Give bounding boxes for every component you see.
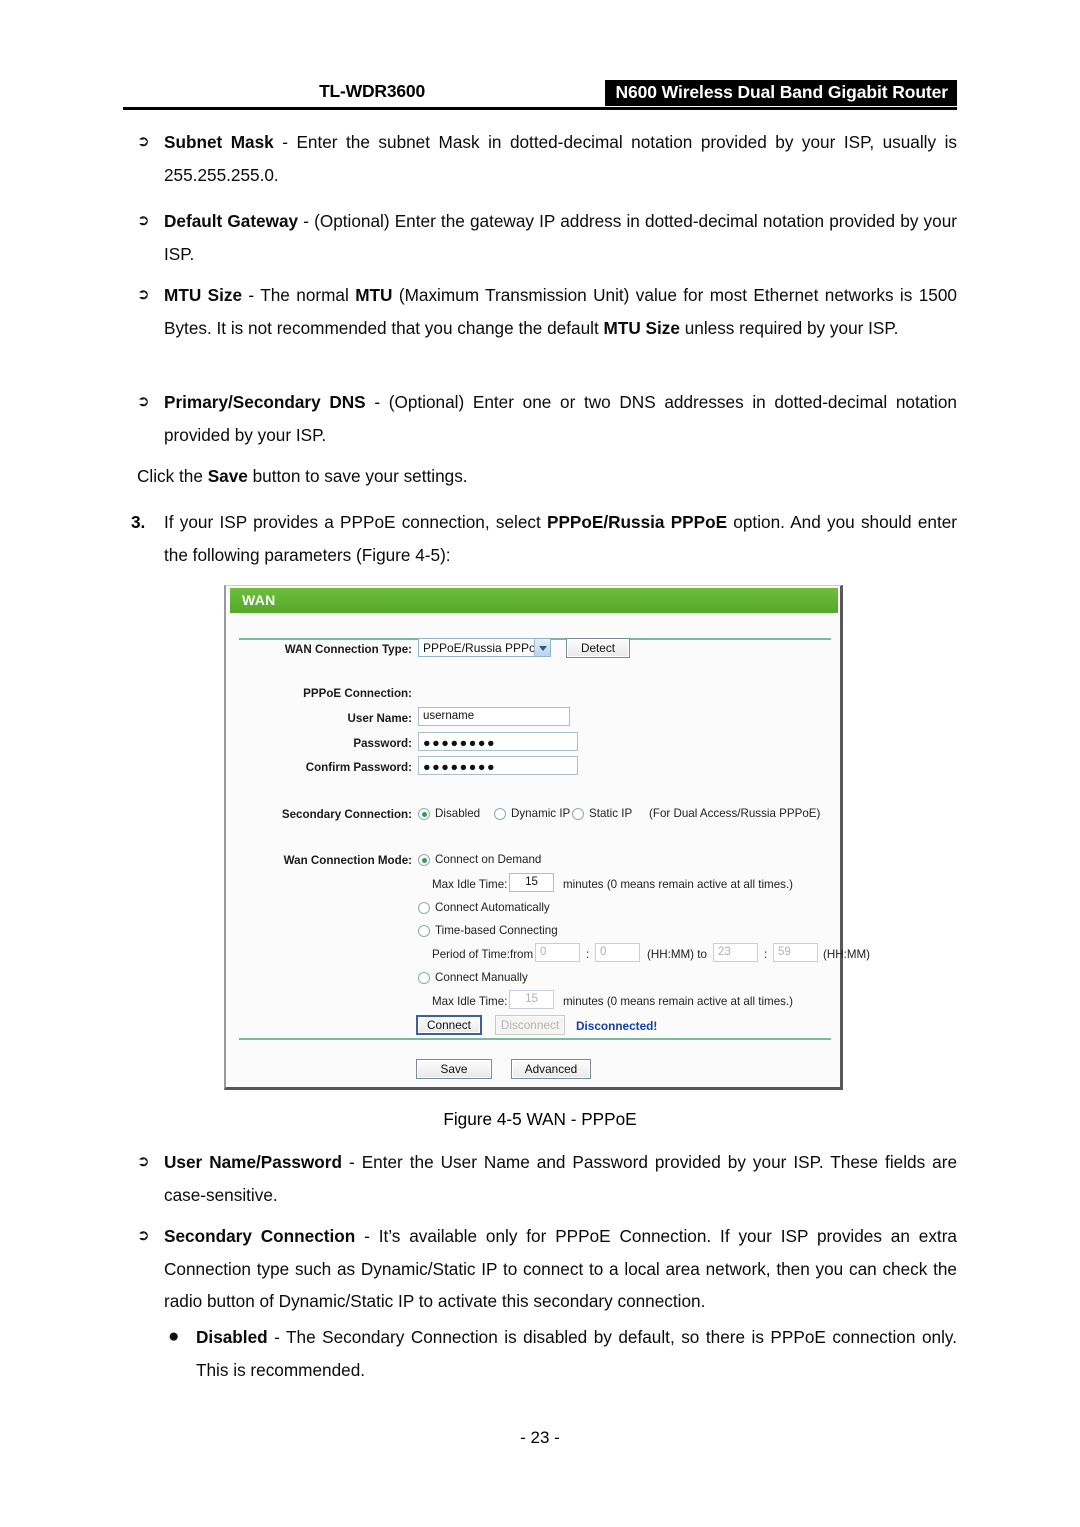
max-idle-time-label-1: Max Idle Time:	[432, 878, 508, 891]
wan-connection-type-label: WAN Connection Type:	[284, 643, 412, 656]
user-name-label: User Name:	[347, 712, 412, 725]
paragraph-secondary-connection: Secondary Connection - It’s available on…	[164, 1226, 957, 1311]
confirm-password-input[interactable]: ●●●●●●●●	[418, 756, 578, 775]
period-colon-1: :	[586, 948, 590, 961]
save-button[interactable]: Save	[416, 1059, 492, 1079]
paragraph-primary-secondary-dns: Primary/Secondary DNS - (Optional) Enter…	[164, 392, 957, 445]
period-colon-2: :	[764, 948, 768, 961]
password-input[interactable]: ●●●●●●●●	[418, 732, 578, 751]
header-rule	[123, 107, 957, 110]
header-product-name: N600 Wireless Dual Band Gigabit Router	[605, 80, 957, 106]
bullet-arrow-icon-1: ➲	[137, 133, 150, 150]
wan-connection-mode-label: Wan Connection Mode:	[283, 854, 412, 867]
paragraph-mtu-size: MTU Size - The normal MTU (Maximum Trans…	[164, 285, 957, 338]
page-header: TL-WDR3600 N600 Wireless Dual Band Gigab…	[123, 80, 957, 110]
paragraph-disabled-subitem: Disabled - The Secondary Connection is d…	[196, 1327, 957, 1380]
step-number: 3.	[131, 512, 146, 532]
connect-button[interactable]: Connect	[416, 1015, 482, 1035]
secondary-connection-label: Secondary Connection:	[281, 808, 412, 821]
bullet-arrow-icon-4: ➲	[137, 393, 150, 410]
panel-divider-bottom	[239, 1038, 831, 1040]
radio-secondary-dynamic-ip[interactable]	[494, 808, 506, 820]
period-to-hour-input[interactable]: 23	[713, 943, 758, 962]
label-connect-manually[interactable]: Connect Manually	[435, 971, 528, 984]
period-hhmm-note-2: (HH:MM)	[823, 948, 871, 961]
period-to-minute-input[interactable]: 59	[773, 943, 818, 962]
header-model-name: TL-WDR3600	[319, 81, 425, 101]
label-secondary-dynamic-ip[interactable]: Dynamic IP	[511, 807, 570, 820]
label-connect-on-demand[interactable]: Connect on Demand	[435, 853, 541, 866]
user-name-input[interactable]: username	[418, 707, 570, 726]
detect-button[interactable]: Detect	[566, 638, 630, 658]
chevron-down-icon[interactable]	[534, 639, 550, 656]
period-hhmm-note-1: (HH:MM) to	[647, 948, 707, 961]
bullet-dot-icon-1: ●	[168, 1326, 180, 1347]
secondary-connection-note: (For Dual Access/Russia PPPoE)	[649, 807, 821, 820]
paragraph-step-3: If your ISP provides a PPPoE connection,…	[164, 512, 958, 565]
disconnect-button: Disconnect	[495, 1015, 565, 1035]
page-number: - 23 -	[520, 1428, 560, 1447]
radio-connect-automatically[interactable]	[418, 902, 430, 914]
label-secondary-static-ip[interactable]: Static IP	[589, 807, 632, 820]
advanced-button[interactable]: Advanced	[511, 1059, 591, 1079]
max-idle-time-units-1: minutes (0 means remain active at all ti…	[563, 878, 794, 891]
paragraph-user-name-password: User Name/Password - Enter the User Name…	[164, 1152, 958, 1205]
max-idle-time-input-1[interactable]: 15	[509, 873, 554, 892]
radio-connect-manually[interactable]	[418, 972, 430, 984]
label-secondary-disabled[interactable]: Disabled	[435, 807, 480, 820]
max-idle-time-label-2: Max Idle Time:	[432, 995, 508, 1008]
period-of-time-label: Period of Time:from	[432, 948, 534, 961]
wan-panel-titlebar: WAN	[230, 588, 838, 613]
pppoe-connection-label: PPPoE Connection:	[303, 687, 412, 700]
wan-panel-title: WAN	[242, 592, 276, 608]
wan-connection-type-value: PPPoE/Russia PPPoE	[423, 641, 544, 655]
radio-secondary-disabled[interactable]	[418, 808, 430, 820]
label-connect-automatically[interactable]: Connect Automatically	[435, 901, 550, 914]
confirm-password-label: Confirm Password:	[305, 761, 412, 774]
bullet-arrow-icon-2: ➲	[137, 212, 150, 229]
max-idle-time-input-2[interactable]: 15	[509, 990, 554, 1009]
label-time-based-connecting[interactable]: Time-based Connecting	[435, 924, 558, 937]
radio-time-based-connecting[interactable]	[418, 925, 430, 937]
wan-settings-screenshot: WAN WAN Connection Type: PPPoE/Russia PP…	[224, 585, 870, 1090]
radio-connect-on-demand[interactable]	[418, 854, 430, 866]
paragraph-save-note: Click the Save button to save your setti…	[137, 466, 468, 486]
period-from-minute-input[interactable]: 0	[595, 943, 640, 962]
password-label: Password:	[353, 737, 412, 750]
bullet-arrow-icon-6: ➲	[137, 1227, 150, 1244]
paragraph-default-gateway: Default Gateway - (Optional) Enter the g…	[164, 211, 957, 264]
max-idle-time-units-2: minutes (0 means remain active at all ti…	[563, 995, 794, 1008]
figure-caption: Figure 4-5 WAN - PPPoE	[443, 1109, 637, 1129]
paragraph-subnet-mask: Subnet Mask - Enter the subnet Mask in d…	[164, 132, 957, 185]
wan-connection-type-select[interactable]: PPPoE/Russia PPPoE	[418, 638, 551, 657]
connection-status: Disconnected!	[576, 1019, 658, 1033]
bullet-arrow-icon-3: ➲	[137, 286, 150, 303]
period-from-hour-input[interactable]: 0	[535, 943, 580, 962]
radio-secondary-static-ip[interactable]	[572, 808, 584, 820]
bullet-arrow-icon-5: ➲	[137, 1153, 150, 1170]
